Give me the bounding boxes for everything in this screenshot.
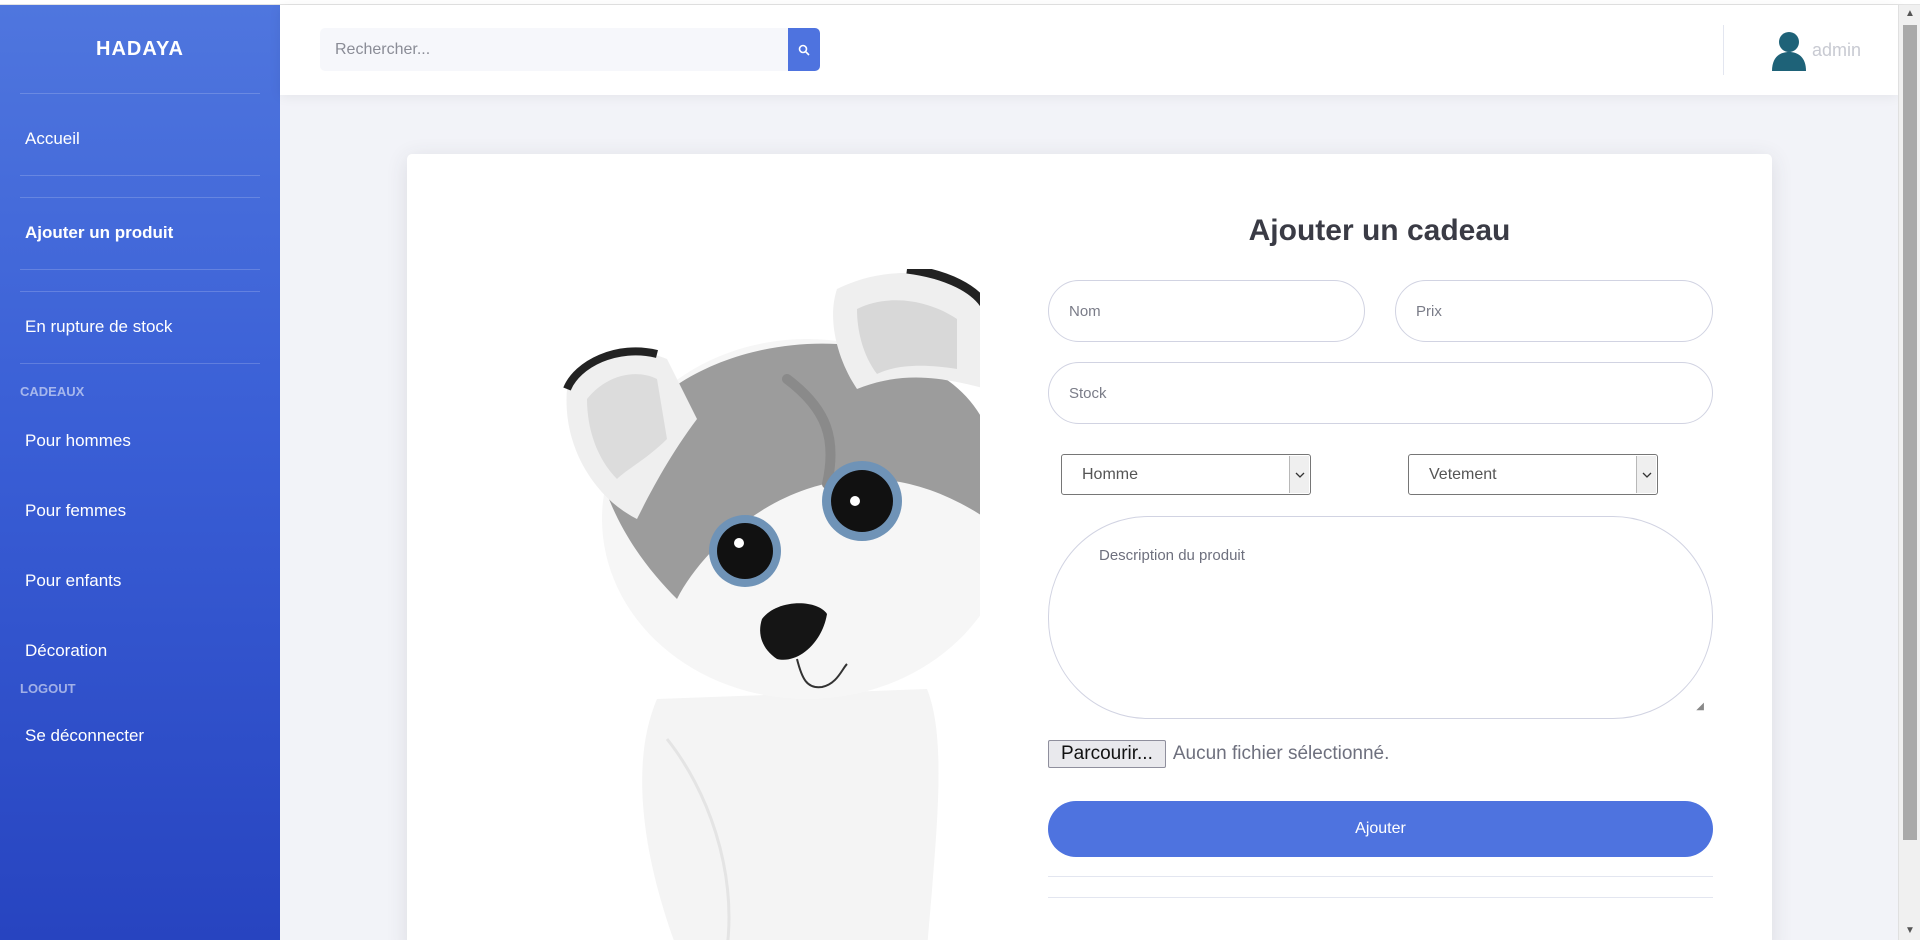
chevron-down-icon [1289,456,1309,493]
brand-logo[interactable]: HADAYA [0,5,280,93]
sidebar-item-kids[interactable]: Pour enfants [0,571,280,591]
sidebar-item-men[interactable]: Pour hommes [0,431,280,451]
sidebar-item-add-product[interactable]: Ajouter un produit [0,223,280,243]
description-textarea[interactable]: Description du produit ◢ [1048,516,1713,719]
gender-select[interactable]: Homme [1061,454,1311,495]
name-input[interactable] [1048,280,1365,342]
sidebar-item-women[interactable]: Pour femmes [0,501,280,521]
search-button[interactable] [788,28,820,71]
sidebar-item-home[interactable]: Accueil [0,129,280,149]
scroll-thumb[interactable] [1903,25,1917,840]
resize-handle-icon[interactable]: ◢ [1696,701,1704,712]
scroll-up-arrow-icon[interactable]: ▲ [1903,7,1917,21]
user-menu[interactable]: admin [1770,29,1861,71]
husky-plush-illustration [507,269,980,940]
page-scrollbar[interactable]: ▲ ▼ [1898,5,1920,940]
form-divider [1048,876,1713,877]
description-placeholder: Description du produit [1099,547,1245,564]
topbar-divider [1723,25,1724,75]
price-input[interactable] [1395,280,1713,342]
chevron-down-icon [1636,456,1656,493]
form-title: Ajouter un cadeau [1248,214,1511,247]
user-avatar-icon [1772,32,1806,71]
search-bar [320,28,820,71]
form-divider [1048,897,1713,898]
sidebar-heading-logout: LOGOUT [20,681,76,696]
sidebar-item-decoration[interactable]: Décoration [0,641,280,661]
category-select-value: Vetement [1429,465,1497,483]
sidebar-item-logout[interactable]: Se déconnecter [0,726,280,746]
browse-file-button[interactable]: Parcourir... [1048,740,1166,768]
category-select[interactable]: Vetement [1408,454,1658,495]
stock-input[interactable] [1048,362,1713,424]
user-name: admin [1812,39,1862,60]
file-input: Parcourir... Aucun fichier sélectionné. [1048,740,1389,768]
gender-select-value: Homme [1082,465,1139,483]
sidebar: HADAYA Accueil Ajouter un produit En rup… [0,5,280,940]
sidebar-item-out-of-stock[interactable]: En rupture de stock [0,317,280,337]
add-button[interactable]: Ajouter [1048,801,1713,857]
topbar: admin [280,5,1898,95]
add-gift-card: Ajouter un cadeau Homme Vetement Descrip… [407,154,1772,940]
search-icon [798,44,810,56]
sidebar-heading-gifts: CADEAUX [20,384,85,399]
file-status-text: Aucun fichier sélectionné. [1172,743,1390,764]
search-input[interactable] [320,28,788,71]
scroll-down-arrow-icon[interactable]: ▼ [1903,924,1917,938]
